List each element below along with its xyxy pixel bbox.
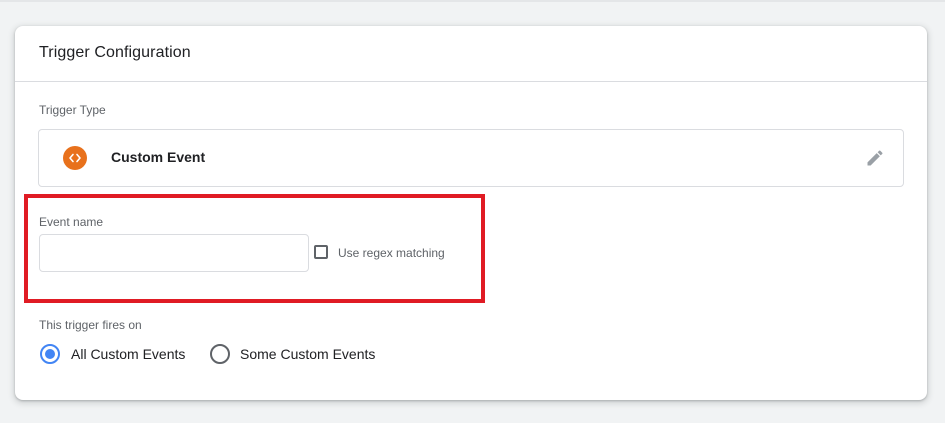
trigger-type-name: Custom Event [111, 149, 206, 165]
trigger-type-selector[interactable]: Custom Event [38, 129, 904, 187]
top-divider [0, 0, 945, 2]
radio-all-custom-events[interactable] [40, 344, 60, 364]
radio-all-custom-events-label[interactable]: All Custom Events [71, 346, 185, 362]
event-name-label: Event name [39, 215, 104, 229]
pencil-icon[interactable] [865, 148, 885, 168]
regex-label[interactable]: Use regex matching [338, 246, 445, 260]
trigger-configuration-card: Trigger Configuration Trigger Type Custo… [15, 26, 927, 400]
card-header: Trigger Configuration [15, 26, 927, 82]
event-name-input[interactable] [39, 234, 309, 272]
fires-on-label: This trigger fires on [39, 318, 142, 332]
trigger-type-label: Trigger Type [39, 103, 106, 117]
regex-checkbox[interactable] [314, 245, 328, 259]
radio-some-custom-events[interactable] [210, 344, 230, 364]
radio-some-custom-events-label[interactable]: Some Custom Events [240, 346, 375, 362]
card-title: Trigger Configuration [39, 44, 191, 61]
code-brackets-icon [63, 146, 87, 170]
